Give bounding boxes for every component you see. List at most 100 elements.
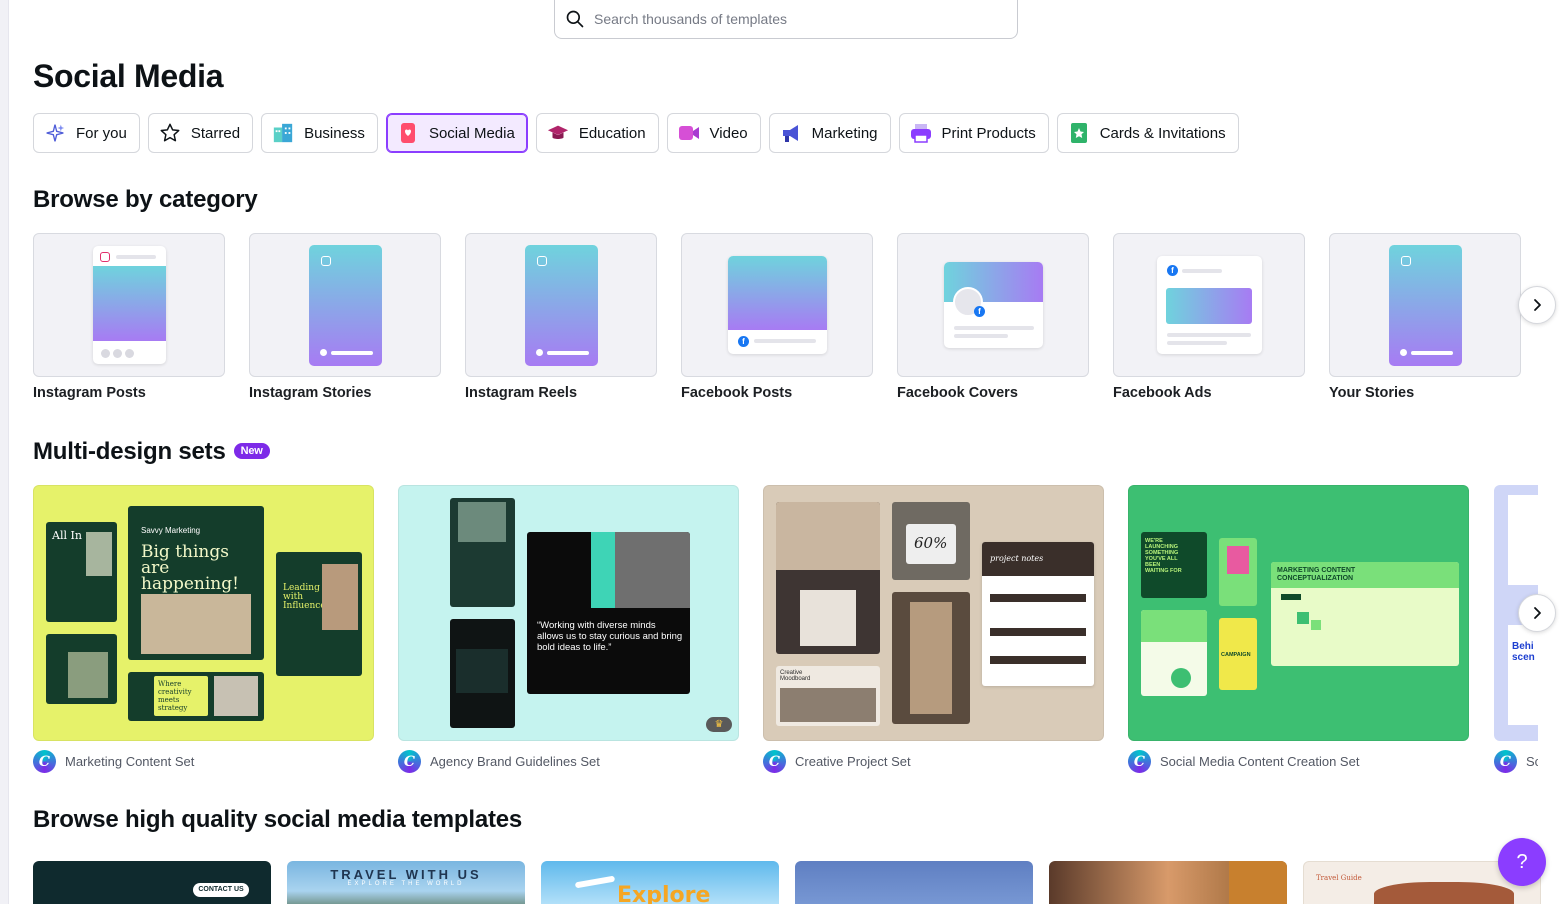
set-meta: C Social Media Content Creation Set [1128, 750, 1469, 773]
chip-label: Education [578, 124, 646, 142]
set-label: Agency Brand Guidelines Set [430, 754, 600, 769]
facebook-icon: f [1167, 265, 1178, 276]
template-text: Explore [617, 883, 711, 904]
set-social-media-content-creation[interactable]: WE'RE LAUNCHING SOMETHING YOU'VE ALL BEE… [1128, 485, 1469, 773]
chip-social-media[interactable]: Social Media [385, 113, 528, 153]
search-bar[interactable] [554, 0, 1018, 39]
chip-print-products[interactable]: Print Products [898, 113, 1049, 153]
category-label: Facebook Covers [897, 385, 1018, 401]
set-label: Social Media Content Creation Set [1160, 754, 1360, 769]
set-label: Marketing Content Set [65, 754, 195, 769]
template-text: CONTACT US [193, 883, 249, 897]
category-thumbnail: f [897, 233, 1089, 377]
card-icon [1068, 122, 1090, 144]
category-label: Instagram Reels [465, 385, 578, 401]
new-badge: New [233, 442, 270, 459]
chip-starred[interactable]: Starred [147, 113, 254, 153]
template-card[interactable]: CONTACT US [33, 861, 271, 904]
star-icon [159, 122, 181, 144]
chip-label: Social Media [428, 124, 515, 142]
template-card[interactable] [1049, 861, 1287, 904]
template-card[interactable] [795, 861, 1033, 904]
set-creative-project[interactable]: Creative Moodboard 60% project notes C C… [763, 485, 1104, 773]
multi-design-sets-title: Multi-design sets New [33, 438, 270, 466]
mock-text: All In [52, 529, 82, 542]
category-thumbnail [249, 233, 441, 377]
category-label: Your Stories [1329, 385, 1415, 401]
mock-text: CAMPAIGN [1221, 652, 1251, 658]
canva-logo-icon: C [398, 750, 421, 773]
template-card[interactable]: Explore [541, 861, 779, 904]
category-row: Instagram Posts Instagram Stories Instag… [33, 233, 1521, 401]
category-chips: For you Starred Business Social Media Ed… [33, 113, 1239, 153]
category-facebook-ads[interactable]: f Facebook Ads [1113, 233, 1305, 401]
canva-logo-icon: C [1494, 750, 1517, 773]
chip-label: For you [76, 124, 127, 142]
sets-next-button[interactable] [1518, 594, 1556, 632]
templates-title: Browse high quality social media templat… [33, 806, 523, 833]
template-card[interactable]: TRAVEL WITH US EXPLORE THE WORLD [287, 861, 525, 904]
category-thumbnail [1329, 233, 1521, 377]
mock-text: MARKETING CONTENT CONCEPTUALIZATION [1277, 567, 1356, 582]
mock-text: WE'RE LAUNCHING SOMETHING YOU'VE ALL BEE… [1145, 538, 1182, 574]
search-input[interactable] [594, 11, 994, 27]
category-label: Facebook Posts [681, 385, 793, 401]
set-meta: C Creative Project Set [763, 750, 1104, 773]
help-button[interactable]: ? [1498, 838, 1546, 886]
chip-cards-invitations[interactable]: Cards & Invitations [1056, 113, 1239, 153]
category-instagram-reels[interactable]: Instagram Reels [465, 233, 657, 401]
set-meta: C Sc [1494, 750, 1538, 773]
set-meta: C Marketing Content Set [33, 750, 374, 773]
mock-text: “Working with diverse minds allows us to… [537, 620, 683, 653]
category-thumbnail [33, 233, 225, 377]
search-icon [566, 10, 584, 28]
chip-label: Marketing [811, 124, 878, 142]
set-meta: C Agency Brand Guidelines Set [398, 750, 739, 773]
set-marketing-content[interactable]: All In Savvy Marketing Big things are ha… [33, 485, 374, 773]
category-instagram-stories[interactable]: Instagram Stories [249, 233, 441, 401]
printer-icon [910, 122, 932, 144]
category-label: Instagram Stories [249, 385, 372, 401]
building-icon [272, 122, 294, 144]
mock-text: 60% [914, 534, 948, 552]
chip-video[interactable]: Video [666, 113, 761, 153]
set-label: Sc [1526, 754, 1538, 769]
facebook-icon: f [974, 306, 985, 317]
template-text: EXPLORE THE WORLD [347, 881, 465, 887]
left-sidebar-edge [0, 0, 9, 904]
chip-marketing[interactable]: Marketing [768, 113, 891, 153]
browse-category-title: Browse by category [33, 186, 258, 213]
category-your-stories[interactable]: Your Stories [1329, 233, 1521, 401]
chip-business[interactable]: Business [261, 113, 378, 153]
template-text: Travel Guide [1316, 874, 1362, 882]
category-instagram-posts[interactable]: Instagram Posts [33, 233, 225, 401]
megaphone-icon [780, 122, 802, 144]
chip-label: Business [304, 124, 365, 142]
category-next-button[interactable] [1518, 286, 1556, 324]
sparkle-icon [44, 122, 66, 144]
section-title-text: Multi-design sets [33, 438, 226, 465]
category-label: Instagram Posts [33, 385, 146, 401]
mock-text: Big things are happening! [141, 542, 239, 594]
mock-text: project notes [990, 554, 1044, 563]
airplane-icon [574, 875, 616, 889]
chip-for-you[interactable]: For you [33, 113, 140, 153]
tiger-image [1229, 861, 1287, 904]
chip-education[interactable]: Education [535, 113, 659, 153]
set-thumbnail: WE'RE LAUNCHING SOMETHING YOU'VE ALL BEE… [1128, 485, 1469, 741]
chip-label: Starred [190, 124, 241, 142]
canva-logo-icon: C [33, 750, 56, 773]
mock-text: Creative Moodboard [780, 670, 811, 682]
category-facebook-posts[interactable]: f Facebook Posts [681, 233, 873, 401]
category-label: Facebook Ads [1113, 385, 1212, 401]
facebook-icon: f [738, 336, 749, 347]
chip-label: Video [709, 124, 748, 142]
page-title: Social Media [33, 58, 224, 94]
set-agency-brand-guidelines[interactable]: “Working with diverse minds allows us to… [398, 485, 739, 773]
crown-icon: ♛ [706, 717, 732, 732]
mock-text: Behi scen [1512, 641, 1535, 663]
category-thumbnail: f [1113, 233, 1305, 377]
mock-text: Where creativity meets strategy [158, 680, 192, 712]
category-thumbnail: f [681, 233, 873, 377]
category-facebook-covers[interactable]: f Facebook Covers [897, 233, 1089, 401]
